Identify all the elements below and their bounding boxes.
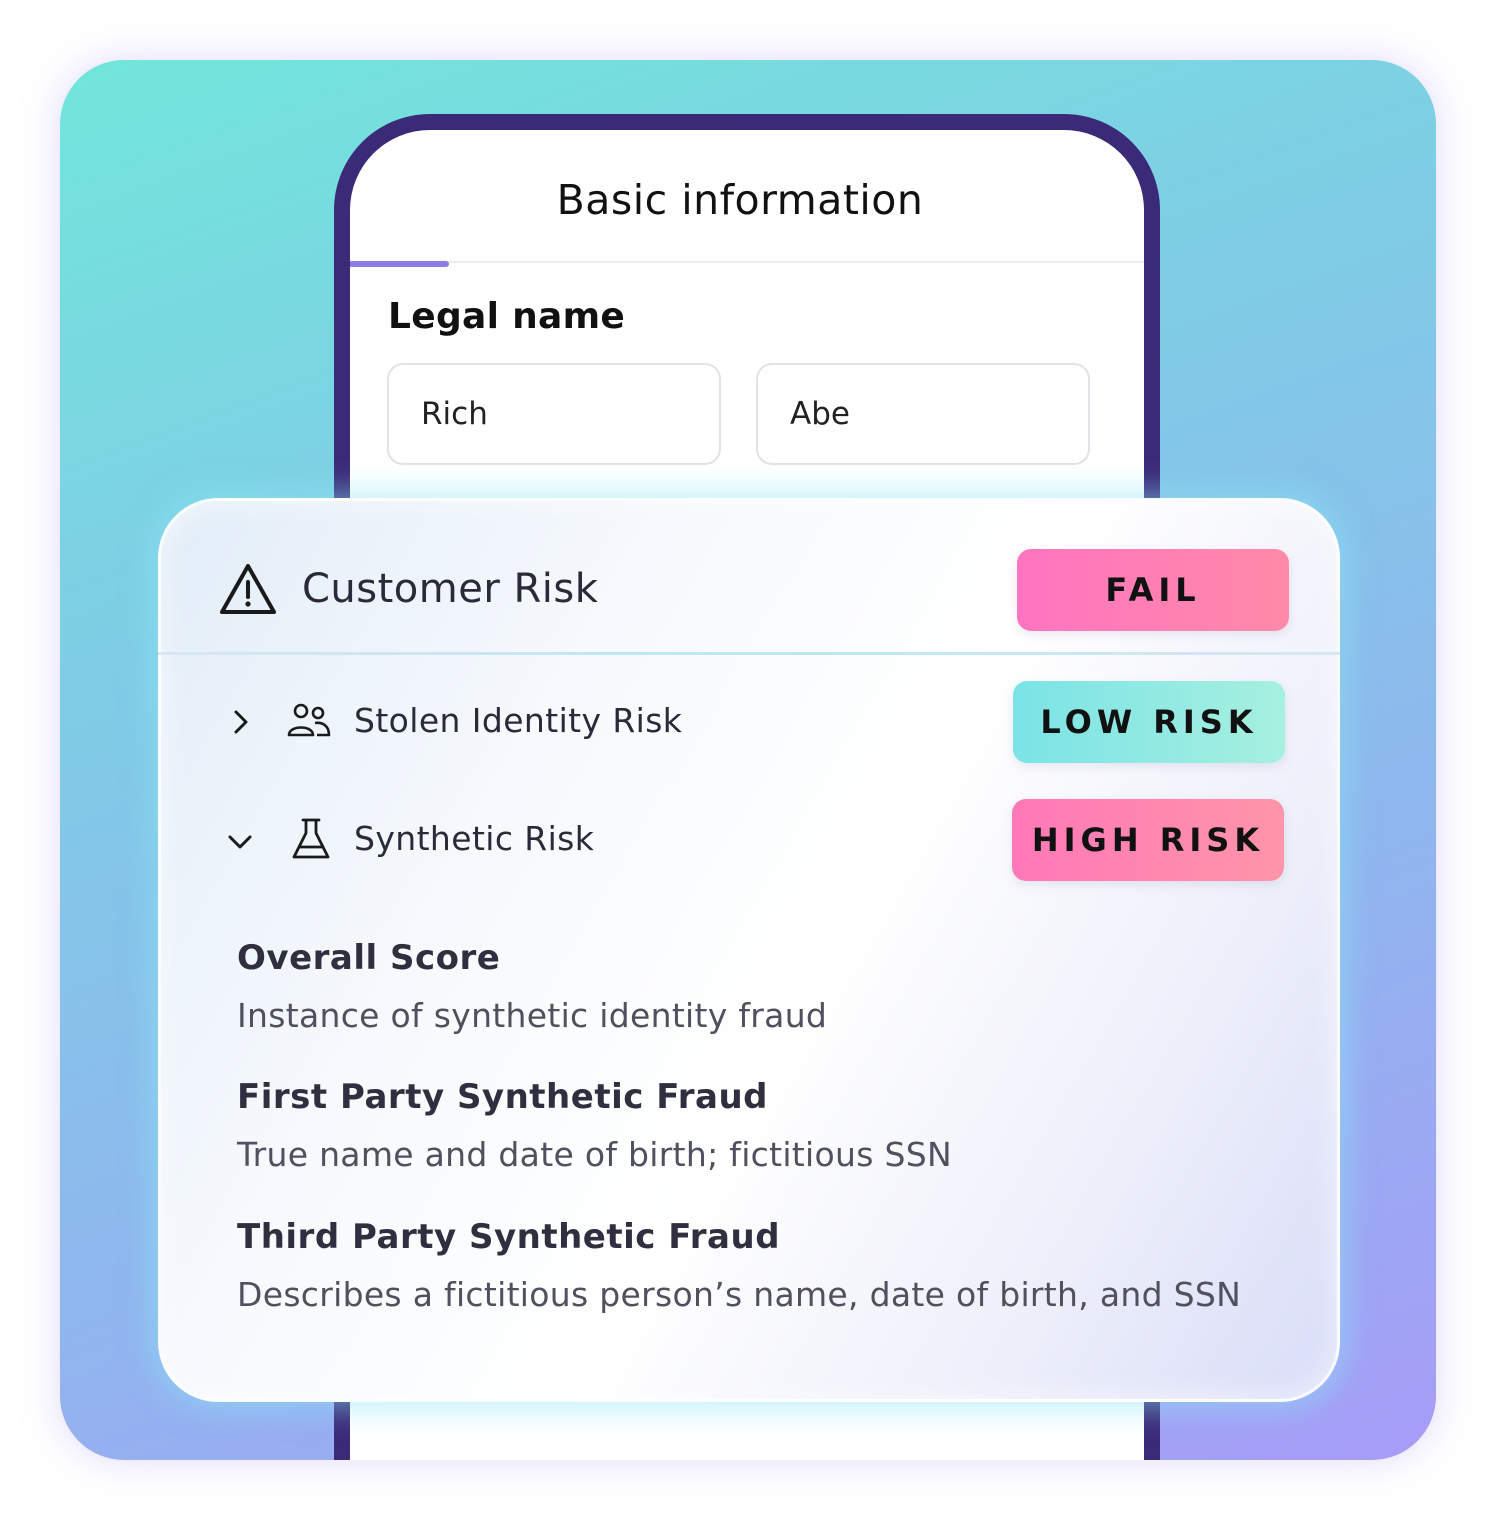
first-party-fraud-text: True name and date of birth; fictitious … xyxy=(237,1135,952,1174)
header-divider xyxy=(350,261,1144,263)
third-party-fraud-heading: Third Party Synthetic Fraud xyxy=(237,1217,781,1257)
overall-score-text: Instance of synthetic identity fraud xyxy=(237,996,828,1035)
high-risk-badge: HIGH RISK xyxy=(1012,799,1284,881)
first-name-field[interactable] xyxy=(387,363,721,465)
people-icon xyxy=(287,703,331,737)
chevron-right-icon[interactable] xyxy=(227,708,255,736)
synthetic-risk-label[interactable]: Synthetic Risk xyxy=(354,819,594,858)
legal-name-label: Legal name xyxy=(388,296,626,337)
warning-triangle-icon xyxy=(220,564,276,614)
third-party-fraud-text: Describes a fictitious person’s name, da… xyxy=(237,1275,1242,1314)
stolen-identity-risk-label[interactable]: Stolen Identity Risk xyxy=(354,701,682,740)
page-title: Basic information xyxy=(556,176,924,224)
first-party-fraud-heading: First Party Synthetic Fraud xyxy=(237,1077,769,1117)
chevron-down-icon[interactable] xyxy=(226,828,254,856)
last-name-field[interactable] xyxy=(756,363,1090,465)
overall-score-heading: Overall Score xyxy=(237,938,501,978)
flask-icon xyxy=(292,818,330,859)
panel-divider xyxy=(158,652,1340,655)
low-risk-badge: LOW RISK xyxy=(1013,681,1285,763)
customer-risk-title: Customer Risk xyxy=(302,566,599,612)
fail-status-badge: FAIL xyxy=(1017,549,1289,631)
progress-bar xyxy=(350,261,449,267)
